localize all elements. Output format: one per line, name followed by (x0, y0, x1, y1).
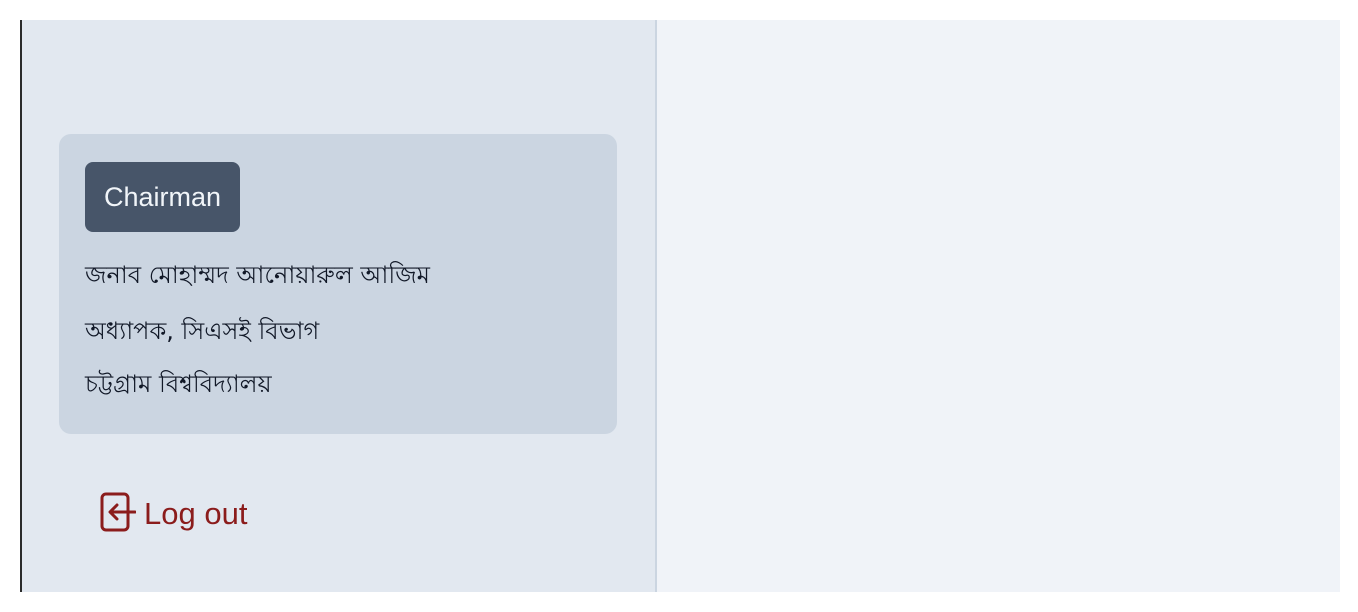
user-designation: অধ্যাপক, সিএসই বিভাগ (85, 317, 320, 345)
user-name: জনাব মোহাম্মদ আনোয়ারুল আজিম (85, 261, 430, 289)
main-content (657, 20, 1340, 592)
user-institution: চট্টগ্রাম বিশ্ববিদ্যালয় (85, 370, 272, 398)
sidebar: Chairman জনাব মোহাম্মদ আনোয়ারুল আজিম অধ… (22, 20, 657, 592)
profile-card: Chairman জনাব মোহাম্মদ আনোয়ারুল আজিম অধ… (59, 134, 617, 434)
logout-icon (100, 492, 136, 532)
app-frame: Chairman জনাব মোহাম্মদ আনোয়ারুল আজিম অধ… (20, 20, 1340, 592)
logout-label: Log out (144, 496, 248, 531)
role-badge: Chairman (85, 162, 241, 232)
logout-button[interactable]: Log out (100, 490, 247, 538)
